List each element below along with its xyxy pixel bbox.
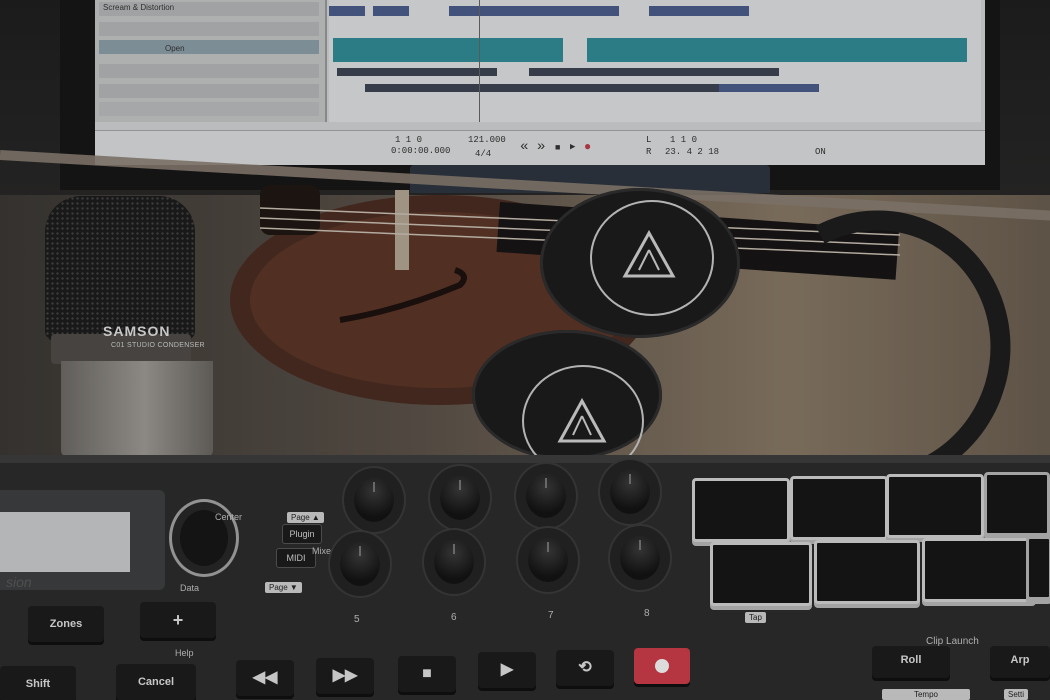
fast-forward-button[interactable]: ▶▶: [316, 658, 374, 694]
studio-photo: Scream & Distortion Open 1 1 0 0:00:00.0…: [0, 0, 1050, 700]
playhead: [479, 0, 480, 122]
audio-clip: [649, 6, 749, 16]
play-button[interactable]: ▶: [478, 652, 536, 688]
page-down-label: Page ▼: [265, 582, 302, 593]
open-label: Open: [165, 44, 185, 53]
knob-number: 6: [451, 612, 457, 623]
knob-number: 7: [548, 610, 554, 621]
loop-button[interactable]: ⟲: [556, 650, 614, 686]
audio-clip: [329, 6, 365, 16]
mic-brand: SAMSON: [103, 323, 171, 339]
encoder-knob-1[interactable]: [354, 478, 394, 522]
mic-model: C01 STUDIO CONDENSER: [111, 342, 205, 349]
drum-pad-2[interactable]: [790, 476, 888, 540]
rewind-button[interactable]: ◀◀: [236, 660, 294, 696]
track-row: [99, 102, 319, 116]
track-row: [99, 22, 319, 36]
knob-number: 5: [354, 614, 360, 625]
encoder-knob-5[interactable]: [340, 542, 380, 586]
midi-button[interactable]: MIDI: [276, 548, 316, 568]
midi-clip: [529, 68, 779, 76]
audio-clip: [333, 38, 563, 62]
help-label: Help: [175, 648, 194, 658]
display-screen: [0, 512, 130, 572]
stop-icon: ■: [422, 665, 432, 682]
drum-pad-6[interactable]: [814, 540, 920, 604]
track-name: Scream & Distortion: [103, 3, 175, 12]
tempo-label: Tempo: [882, 689, 970, 700]
record-icon: [655, 659, 669, 674]
drum-pad-4[interactable]: [984, 472, 1050, 536]
audio-clip: [719, 84, 819, 92]
audio-technica-logo-icon: [557, 398, 607, 443]
encoder-knob-7[interactable]: [528, 538, 568, 582]
plus-button[interactable]: +: [140, 602, 216, 638]
track-row: [99, 64, 319, 78]
drum-pad-7[interactable]: [922, 538, 1036, 602]
data-label: Data: [180, 583, 200, 593]
rewind-icon: ◀◀: [252, 669, 278, 686]
track-row-selected: [99, 40, 319, 54]
violin-bridge: [395, 190, 409, 270]
audio-clip: [449, 6, 619, 16]
drum-pad-5[interactable]: [710, 542, 812, 606]
tap-label: Tap: [745, 612, 766, 623]
settings-label: Setti: [1004, 689, 1029, 700]
mixer-label: Mixer: [312, 546, 334, 556]
arp-button[interactable]: Arp: [990, 646, 1050, 678]
track-row: [99, 84, 319, 98]
controller-edge: [0, 455, 1050, 463]
play-icon: ▶: [500, 661, 514, 678]
drum-pad-1[interactable]: [692, 478, 790, 542]
arrangement-view: [329, 0, 981, 122]
cancel-button[interactable]: Cancel: [116, 664, 196, 700]
audio-clip: [373, 6, 409, 16]
loop-icon: ⟲: [578, 659, 592, 676]
fast-forward-icon: ▶▶: [332, 667, 358, 684]
shift-button[interactable]: Shift: [0, 666, 76, 700]
encoder-knob-6[interactable]: [434, 540, 474, 584]
drum-pad-8[interactable]: [1026, 536, 1050, 600]
midi-clip: [337, 68, 497, 76]
mic-grille: [45, 196, 195, 341]
plugin-button[interactable]: Plugin: [282, 524, 322, 544]
audio-technica-logo-icon: [622, 230, 676, 278]
roll-button[interactable]: Roll: [872, 646, 950, 678]
center-label: Center: [215, 512, 243, 522]
track-list: Scream & Distortion Open: [95, 0, 327, 122]
stop-button[interactable]: ■: [398, 656, 456, 692]
page-up-label: Page ▲: [287, 512, 324, 523]
drum-pad-3[interactable]: [886, 474, 984, 538]
brand-fragment: sion: [6, 574, 32, 590]
encoder-knob-8[interactable]: [620, 536, 660, 580]
audio-clip: [587, 38, 967, 62]
knob-number: 8: [644, 608, 650, 619]
encoder-knob-4[interactable]: [610, 470, 650, 514]
mic-body: [61, 361, 213, 458]
encoder-knob-3[interactable]: [526, 474, 566, 518]
zones-button[interactable]: Zones: [28, 606, 104, 642]
encoder-knob-2[interactable]: [440, 476, 480, 520]
record-button[interactable]: [634, 648, 690, 684]
condenser-microphone: SAMSON C01 STUDIO CONDENSER: [45, 196, 213, 458]
